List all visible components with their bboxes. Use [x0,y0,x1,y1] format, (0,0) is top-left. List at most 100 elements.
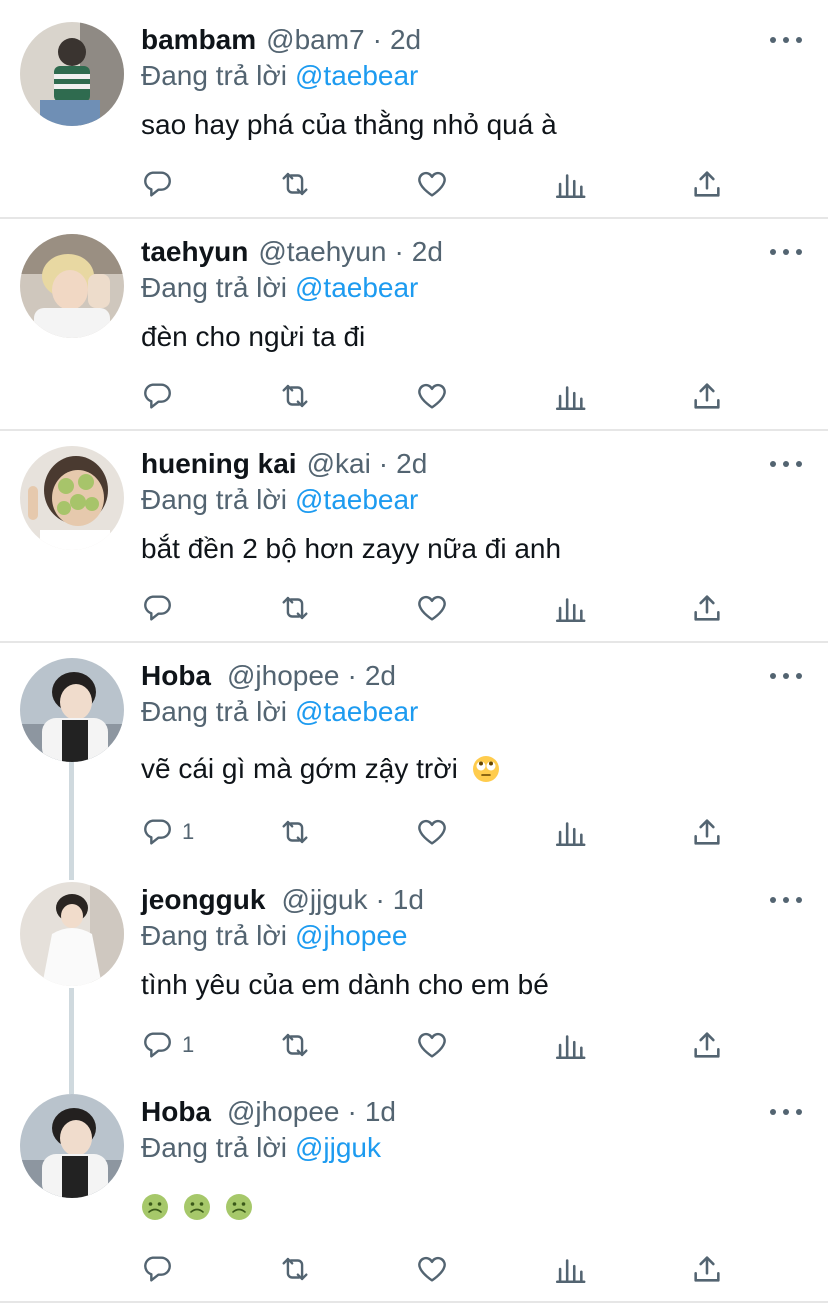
reply-icon [144,1032,171,1058]
like-button[interactable] [415,164,449,204]
share-button[interactable] [690,1249,724,1289]
timestamp[interactable]: 2d [365,660,396,692]
separator: · [394,236,404,267]
like-button[interactable] [415,812,449,852]
views-button[interactable] [553,376,587,416]
reply-icon [144,1256,171,1282]
replying-to-label: Đang trả lời [141,1132,287,1163]
retweet-icon [282,384,308,408]
views-icon [555,1035,586,1060]
tweet[interactable]: bambam @bam7 · 2d Đang trả lời @taebear s… [0,0,828,217]
more-icon[interactable] [770,1104,802,1120]
like-icon [418,171,446,197]
views-button[interactable] [553,812,587,852]
mention-link[interactable]: @jjguk [295,1132,381,1163]
tweet[interactable]: huening kai @kai · 2d Đang trả lời @taebe… [0,431,828,641]
like-icon [418,1032,446,1058]
more-icon[interactable] [770,892,802,908]
reply-count: 1 [182,819,195,844]
author-row: taehyun @taehyun · 2d [141,236,443,272]
avatar[interactable] [20,446,124,550]
avatar[interactable] [20,22,124,126]
retweet-button[interactable] [278,588,312,628]
retweet-button[interactable] [278,376,312,416]
replying-to-label: Đang trả lời [141,920,287,951]
timestamp[interactable]: 1d [393,884,424,916]
username[interactable]: @kai [307,448,371,480]
reply-button[interactable]: 1 [140,812,194,852]
username[interactable]: @jhopee [227,660,340,692]
share-button[interactable] [690,812,724,852]
reply-button[interactable] [140,164,182,204]
views-button[interactable] [553,1249,587,1289]
views-icon [555,822,586,847]
timestamp[interactable]: 2d [412,236,443,268]
username[interactable]: @jjguk [281,884,367,916]
mention-link[interactable]: @taebear [295,696,418,727]
retweet-icon [282,172,308,196]
avatar[interactable] [20,882,124,986]
views-button[interactable] [553,588,587,628]
like-button[interactable] [415,1249,449,1289]
retweet-button[interactable] [278,1249,312,1289]
separator: · [372,24,382,55]
replying-to: Đang trả lời @jjguk [141,1132,381,1164]
tweet-text-row: vẽ cái gì mà gớm zậy trời [141,753,500,785]
more-icon[interactable] [770,244,802,260]
reply-button[interactable] [140,376,182,416]
like-button[interactable] [415,376,449,416]
retweet-icon [282,596,308,620]
username[interactable]: @taehyun [258,236,386,268]
tweet[interactable]: Hoba @jhopee · 2d Đang trả lời @taebear v… [0,643,828,863]
mention-link[interactable]: @taebear [295,60,418,91]
reply-count: 1 [182,1032,195,1057]
like-button[interactable] [415,1025,449,1065]
share-button[interactable] [690,588,724,628]
timestamp[interactable]: 2d [390,24,421,56]
separator: · [347,660,357,691]
more-icon[interactable] [770,456,802,472]
avatar[interactable] [20,234,124,338]
mention-link[interactable]: @taebear [295,272,418,303]
share-button[interactable] [690,376,724,416]
display-name[interactable]: Hoba [141,1096,211,1128]
display-name[interactable]: taehyun [141,236,248,268]
avatar[interactable] [20,658,124,762]
divider [0,1301,828,1303]
display-name[interactable]: bambam [141,24,256,56]
retweet-button[interactable] [278,164,312,204]
more-icon[interactable] [770,32,802,48]
share-button[interactable] [690,164,724,204]
reply-button[interactable] [140,588,182,628]
username[interactable]: @bam7 [266,24,364,56]
tweet[interactable]: jeongguk @jjguk · 1d Đang trả lời @jhopee… [0,867,828,1083]
mention-link[interactable]: @taebear [295,484,418,515]
replying-to-label: Đang trả lời [141,484,287,515]
retweet-button[interactable] [278,1025,312,1065]
tweet[interactable]: taehyun @taehyun · 2d Đang trả lời @taebe… [0,219,828,429]
separator: · [347,1096,357,1127]
retweet-icon [282,820,308,844]
more-icon[interactable] [770,668,802,684]
display-name[interactable]: huening kai [141,448,297,480]
mention-link[interactable]: @jhopee [295,920,408,951]
views-button[interactable] [553,164,587,204]
display-name[interactable]: Hoba [141,660,211,692]
author-row: Hoba @jhopee · 2d [141,660,396,696]
display-name[interactable]: jeongguk [141,884,265,916]
like-button[interactable] [415,588,449,628]
share-button[interactable] [690,1025,724,1065]
views-button[interactable] [553,1025,587,1065]
share-icon [694,595,720,621]
tweet[interactable]: Hoba @jhopee · 1d Đang trả lời @jjguk [0,1079,828,1301]
reply-button[interactable]: 1 [140,1025,194,1065]
reply-button[interactable] [140,1249,182,1289]
like-icon [418,1256,446,1282]
reply-icon [144,171,171,197]
timestamp[interactable]: 2d [396,448,427,480]
timestamp[interactable]: 1d [365,1096,396,1128]
retweet-button[interactable] [278,812,312,852]
share-icon [694,819,720,845]
username[interactable]: @jhopee [227,1096,340,1128]
avatar[interactable] [20,1094,124,1198]
